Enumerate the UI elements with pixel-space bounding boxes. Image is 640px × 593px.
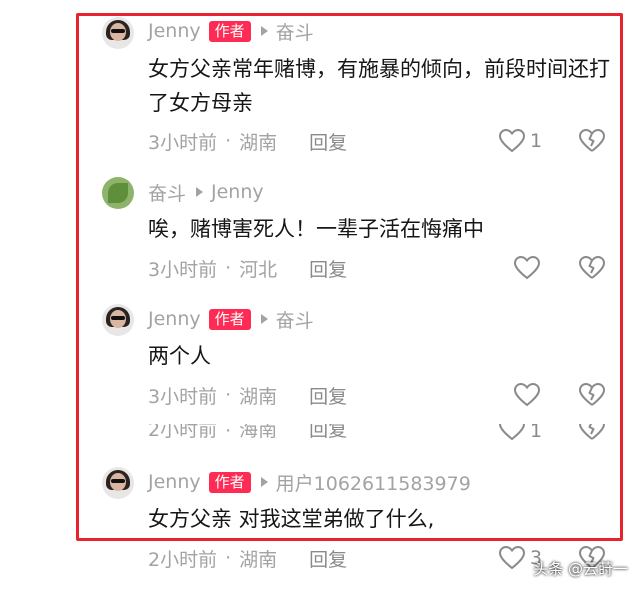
timestamp: 3小时前 bbox=[148, 258, 218, 281]
like-count: 1 bbox=[530, 424, 543, 442]
separator: · bbox=[225, 424, 232, 442]
reply-target[interactable]: 用户1062611583979 bbox=[276, 469, 471, 496]
watermark: 头条 @云莳一 bbox=[533, 560, 628, 578]
reply-arrow-icon bbox=[260, 314, 268, 324]
comment-footer: 2小时前 · 湖南 回复 bbox=[148, 545, 347, 571]
heart-outline-icon bbox=[513, 255, 541, 280]
like-button[interactable] bbox=[513, 382, 541, 408]
heart-outline-icon bbox=[513, 382, 541, 407]
timestamp: 3小时前 bbox=[148, 131, 218, 154]
comment-text: 两个人 bbox=[148, 344, 211, 368]
broken-heart-icon[interactable] bbox=[578, 128, 606, 154]
reply-button[interactable]: 回复 bbox=[309, 382, 347, 409]
broken-heart-icon[interactable] bbox=[578, 255, 606, 281]
location: 湖南 bbox=[239, 548, 278, 571]
separator: · bbox=[225, 384, 232, 406]
like-count: 1 bbox=[530, 130, 543, 152]
avatar[interactable] bbox=[102, 304, 134, 336]
username[interactable]: Jenny bbox=[148, 20, 201, 42]
broken-heart-icon[interactable] bbox=[578, 382, 606, 408]
reply-arrow-icon bbox=[196, 187, 204, 197]
comment-footer: 3小时前 · 湖南 回复 bbox=[148, 382, 347, 408]
username[interactable]: Jenny bbox=[148, 308, 201, 330]
reply-button[interactable]: 回复 bbox=[309, 128, 347, 155]
reply-button[interactable]: 回复 bbox=[309, 255, 347, 282]
location: 湖南 bbox=[239, 385, 278, 408]
reply-arrow-icon bbox=[260, 26, 268, 36]
username[interactable]: 奋斗 bbox=[148, 179, 186, 206]
heart-outline-icon bbox=[498, 128, 526, 153]
author-badge: 作者 bbox=[208, 308, 251, 330]
comment-meta: Jenny 作者 用户1062611583979 bbox=[148, 469, 471, 496]
reply-button[interactable]: 回复 bbox=[309, 545, 347, 572]
author-badge: 作者 bbox=[208, 471, 251, 493]
reply-target[interactable]: 奋斗 bbox=[276, 18, 314, 45]
like-button[interactable] bbox=[513, 255, 541, 281]
timestamp: 2小时前 bbox=[148, 424, 218, 441]
avatar[interactable] bbox=[102, 467, 134, 499]
comment-meta: Jenny 作者 奋斗 bbox=[148, 306, 314, 333]
comment-text: 女方父亲常年赌博，有施暴的倾向，前段时间还打了女方母亲 bbox=[148, 57, 610, 115]
comment-footer: 2小时前 · 海南 回复 bbox=[148, 424, 347, 442]
reply-arrow-icon bbox=[260, 477, 268, 487]
timestamp: 3小时前 bbox=[148, 385, 218, 408]
comment-meta: Jenny 作者 奋斗 bbox=[148, 18, 314, 45]
like-button[interactable]: 1 bbox=[498, 128, 542, 154]
location: 海南 bbox=[239, 424, 278, 441]
reply-target[interactable]: 奋斗 bbox=[276, 306, 314, 333]
comment-meta: 奋斗 Jenny bbox=[148, 179, 264, 206]
like-button[interactable]: 1 bbox=[498, 424, 542, 442]
reply-button[interactable]: 回复 bbox=[309, 424, 347, 442]
separator: · bbox=[225, 130, 232, 152]
comment-footer: 3小时前 · 河北 回复 bbox=[148, 255, 347, 281]
heart-outline-icon bbox=[498, 545, 526, 570]
heart-outline-icon bbox=[498, 424, 526, 441]
comment-footer: 3小时前 · 湖南 回复 bbox=[148, 128, 347, 154]
location: 河北 bbox=[239, 258, 278, 281]
separator: · bbox=[225, 547, 232, 569]
location: 湖南 bbox=[239, 131, 278, 154]
dislike-button[interactable] bbox=[578, 424, 606, 442]
reply-target[interactable]: Jenny bbox=[211, 181, 264, 203]
separator: · bbox=[225, 257, 232, 279]
author-badge: 作者 bbox=[208, 20, 251, 42]
avatar[interactable] bbox=[102, 177, 134, 209]
username[interactable]: Jenny bbox=[148, 471, 201, 493]
comment-text: 女方父亲 对我这堂弟做了什么, bbox=[148, 507, 435, 531]
broken-heart-icon bbox=[579, 424, 605, 440]
comment-text: 唉，赌博害死人！一辈子活在悔痛中 bbox=[148, 217, 484, 241]
timestamp: 2小时前 bbox=[148, 548, 218, 571]
avatar[interactable] bbox=[102, 17, 134, 49]
